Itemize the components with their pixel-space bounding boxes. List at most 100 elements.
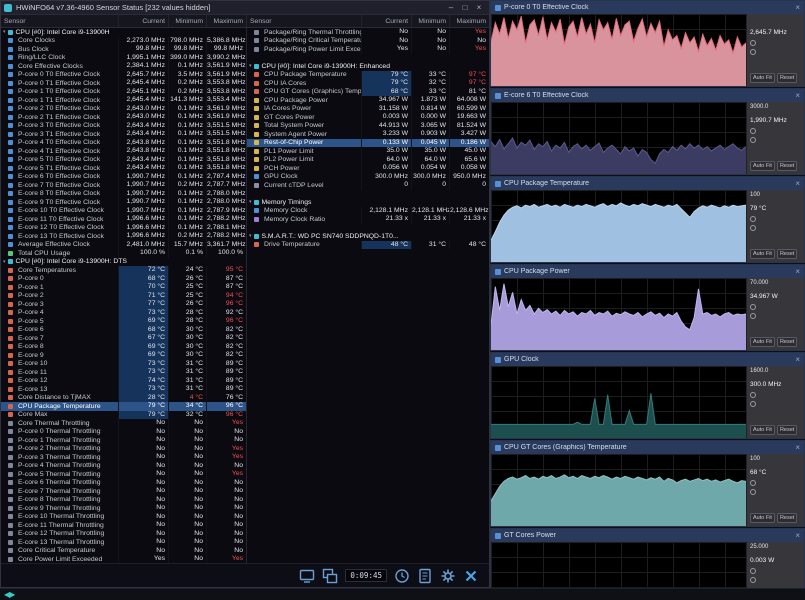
graph-scale-radio[interactable] xyxy=(750,489,756,495)
sensor-row[interactable]: P-core 569 °C28 °C96 °C xyxy=(1,317,246,326)
graph-titlebar[interactable]: GPU Clock × xyxy=(491,353,804,366)
sensor-display-icon[interactable] xyxy=(299,568,315,584)
graph-autofit-button[interactable]: Auto Fit xyxy=(750,249,775,259)
sensor-row[interactable]: P-core 271 °C25 °C94 °C xyxy=(1,292,246,301)
sensor-row[interactable]: P-core 0 T1 Effective Clock2,645.4 MHz0.… xyxy=(1,79,246,88)
sensor-row[interactable]: E-core 8 T0 Effective Clock1,990.7 MHz0.… xyxy=(1,190,246,199)
sensor-row[interactable]: Ring/LLC Clock1,995.1 MHz399.0 MHz3,990.… xyxy=(1,54,246,63)
collapse-icon[interactable]: ▾ xyxy=(3,259,6,265)
collapse-icon[interactable]: ▾ xyxy=(249,63,252,69)
sensor-row[interactable]: E-core 11 T0 Effective Clock1,996.6 MHz0… xyxy=(1,215,246,224)
sensor-row[interactable]: P-core 5 T0 Effective Clock2,643.4 MHz0.… xyxy=(1,156,246,165)
sensor-row[interactable]: E-core 1073 °C31 °C89 °C xyxy=(1,360,246,369)
graph-autofit-button[interactable]: Auto Fit xyxy=(750,513,775,523)
sensor-row[interactable]: IA Cores Power31.158 W0.814 W60.599 W xyxy=(247,105,489,114)
sensor-row[interactable]: P-core 1 T0 Effective Clock2,645.1 MHz0.… xyxy=(1,88,246,97)
layout-windows-icon[interactable] xyxy=(322,568,338,584)
graph-close-icon[interactable]: × xyxy=(795,442,800,454)
sensor-row[interactable]: Bus Clock99.8 MHz99.8 MHz99.8 MHz xyxy=(1,45,246,54)
sensor-row[interactable]: Core Max79 °C32 °C96 °C xyxy=(1,411,246,420)
sensor-row[interactable]: CPU IA Cores79 °C32 °C97 °C xyxy=(247,79,489,88)
sensor-row[interactable]: P-core 3 T1 Effective Clock2,643.4 MHz0.… xyxy=(1,130,246,139)
sensor-row[interactable]: CPU GT Cores (Graphics) Temperature68 °C… xyxy=(247,88,489,97)
sensor-row[interactable]: Rest-of-Chip Power0.133 W0.045 W0.186 W xyxy=(247,139,489,148)
graph-scale-radio[interactable] xyxy=(750,304,756,310)
column-header-minimum[interactable]: Minimum xyxy=(168,15,206,27)
column-header-maximum[interactable]: Maximum xyxy=(449,15,489,27)
sensor-row[interactable]: E-core 9 T0 Effective Clock1,990.7 MHz0.… xyxy=(1,198,246,207)
clock-icon[interactable] xyxy=(394,568,410,584)
sensor-row[interactable]: Core Temperatures72 °C24 °C95 °C xyxy=(1,266,246,275)
sensor-row[interactable]: P-core 2 Thermal ThrottlingNoNoYes xyxy=(1,445,246,454)
sensor-row[interactable]: GPU Clock300.0 MHz300.0 MHz950.0 MHz xyxy=(247,173,489,182)
graph-close-icon[interactable]: × xyxy=(795,178,800,190)
graph-scale-radio[interactable] xyxy=(750,568,756,574)
graph-reset-button[interactable]: Reset xyxy=(777,73,797,83)
graph-reset-button[interactable]: Reset xyxy=(777,513,797,523)
maximize-button[interactable]: □ xyxy=(458,1,472,14)
graph-reset-button[interactable]: Reset xyxy=(777,161,797,171)
sensor-row[interactable]: E-core 869 °C30 °C82 °C xyxy=(1,343,246,352)
graph-titlebar[interactable]: E-core 6 T0 Effective Clock × xyxy=(491,89,804,102)
sensor-row[interactable]: E-core 969 °C30 °C82 °C xyxy=(1,351,246,360)
sensor-row[interactable]: E-core 11 Thermal ThrottlingNoNoNo xyxy=(1,521,246,530)
sensor-row[interactable]: P-core 1 T1 Effective Clock2,645.4 MHz14… xyxy=(1,96,246,105)
graph-scale-radio[interactable] xyxy=(750,49,756,55)
sensor-row[interactable]: P-core 4 T1 Effective Clock2,643.8 MHz0.… xyxy=(1,147,246,156)
sensor-row[interactable]: Average Effective Clock2,481.0 MHz15.7 M… xyxy=(1,241,246,250)
graph-scale-radio[interactable] xyxy=(750,401,756,407)
graph-reset-button[interactable]: Reset xyxy=(777,425,797,435)
section-header-row[interactable]: ▾CPU [#0]: Intel Core i9-13900H: DTS xyxy=(1,258,246,267)
graph-titlebar[interactable]: CPU Package Temperature × xyxy=(491,177,804,190)
sensor-row[interactable]: Core Critical TemperatureNoNoNo xyxy=(1,547,246,556)
sensor-row[interactable]: E-core 12 Thermal ThrottlingNoNoNo xyxy=(1,530,246,539)
column-header-sensor[interactable]: Sensor xyxy=(1,18,118,25)
graph-scale-radio[interactable] xyxy=(750,216,756,222)
graph-autofit-button[interactable]: Auto Fit xyxy=(750,73,775,83)
sensor-row[interactable]: Core Power Limit ExceededYesNoYes xyxy=(1,555,246,563)
column-header-current[interactable]: Current xyxy=(361,15,411,27)
sensor-row[interactable]: Core Thermal ThrottlingNoNoYes xyxy=(1,419,246,428)
sensor-row[interactable]: E-core 10 Thermal ThrottlingNoNoNo xyxy=(1,513,246,522)
sensor-row[interactable]: Core Distance to TjMAX28 °C4 °C76 °C xyxy=(1,394,246,403)
sensor-row[interactable]: CPU Package Power34.967 W1.873 W64.008 W xyxy=(247,96,489,105)
sensor-row[interactable]: Drive Temperature48 °C31 °C48 °C xyxy=(247,241,489,250)
minimize-button[interactable]: – xyxy=(444,1,458,14)
close-sensors-icon[interactable] xyxy=(463,568,479,584)
sensor-row[interactable]: CPU Package Temperature79 °C34 °C96 °C xyxy=(1,402,246,411)
graph-close-icon[interactable]: × xyxy=(795,354,800,366)
sensor-row[interactable]: E-core 6 T0 Effective Clock1,990.7 MHz0.… xyxy=(1,173,246,182)
graph-titlebar[interactable]: CPU Package Power × xyxy=(491,265,804,278)
graph-close-icon[interactable]: × xyxy=(795,266,800,278)
sensor-row[interactable]: P-core 2 T1 Effective Clock2,643.0 MHz0.… xyxy=(1,113,246,122)
sensor-row[interactable]: E-core 9 Thermal ThrottlingNoNoNo xyxy=(1,504,246,513)
sensor-row[interactable]: P-core 3 Thermal ThrottlingNoNoYes xyxy=(1,453,246,462)
sensor-row[interactable]: PL2 Power Limit64.0 W64.0 W65.6 W xyxy=(247,156,489,165)
sensor-row[interactable]: System Agent Power3.233 W0.903 W3.427 W xyxy=(247,130,489,139)
sensor-row[interactable]: Memory Clock Ratio21.33 x21.33 x21.33 x xyxy=(247,215,489,224)
graph-reset-button[interactable]: Reset xyxy=(777,249,797,259)
column-header-current[interactable]: Current xyxy=(118,15,168,27)
sensor-row[interactable]: E-core 13 T0 Effective Clock1,996.6 MHz0… xyxy=(1,232,246,241)
sensor-row[interactable]: P-core 170 °C25 °C87 °C xyxy=(1,283,246,292)
graph-autofit-button[interactable]: Auto Fit xyxy=(750,161,775,171)
graph-autofit-button[interactable]: Auto Fit xyxy=(750,425,775,435)
section-header-row[interactable]: ▾S.M.A.R.T.: WD PC SN740 SDDPNQD-1T0... xyxy=(247,232,489,241)
sensor-row[interactable]: P-core 2 T0 Effective Clock2,643.0 MHz0.… xyxy=(1,105,246,114)
graph-scale-radio[interactable] xyxy=(750,40,756,46)
sensor-row[interactable]: Core Clocks2,273.0 MHz798.0 MHz5,386.8 M… xyxy=(1,37,246,46)
graph-reset-button[interactable]: Reset xyxy=(777,337,797,347)
sensor-row[interactable]: PCH Power0.056 W0.054 W0.058 W xyxy=(247,164,489,173)
hwinfo-taskbar-icon[interactable]: ◀▶ xyxy=(4,589,14,600)
column-header-maximum[interactable]: Maximum xyxy=(206,15,246,27)
sensor-row[interactable]: PL1 Power Limit35.0 W35.0 W45.0 W xyxy=(247,147,489,156)
sensor-row[interactable]: E-core 767 °C30 °C82 °C xyxy=(1,334,246,343)
graph-autofit-button[interactable]: Auto Fit xyxy=(750,337,775,347)
sensor-row[interactable]: Core Effective Clocks2,384.1 MHz0.1 MHz3… xyxy=(1,62,246,71)
column-header-minimum[interactable]: Minimum xyxy=(411,15,449,27)
section-header-row[interactable]: ▾CPU [#0]: Intel Core i9-13900H: Enhance… xyxy=(247,62,489,71)
sensor-row[interactable]: CPU Package Temperature79 °C33 °C97 °C xyxy=(247,71,489,80)
report-icon[interactable] xyxy=(417,568,433,584)
sensor-row[interactable]: E-core 1173 °C31 °C89 °C xyxy=(1,368,246,377)
sensor-row[interactable]: P-core 473 °C28 °C92 °C xyxy=(1,309,246,318)
